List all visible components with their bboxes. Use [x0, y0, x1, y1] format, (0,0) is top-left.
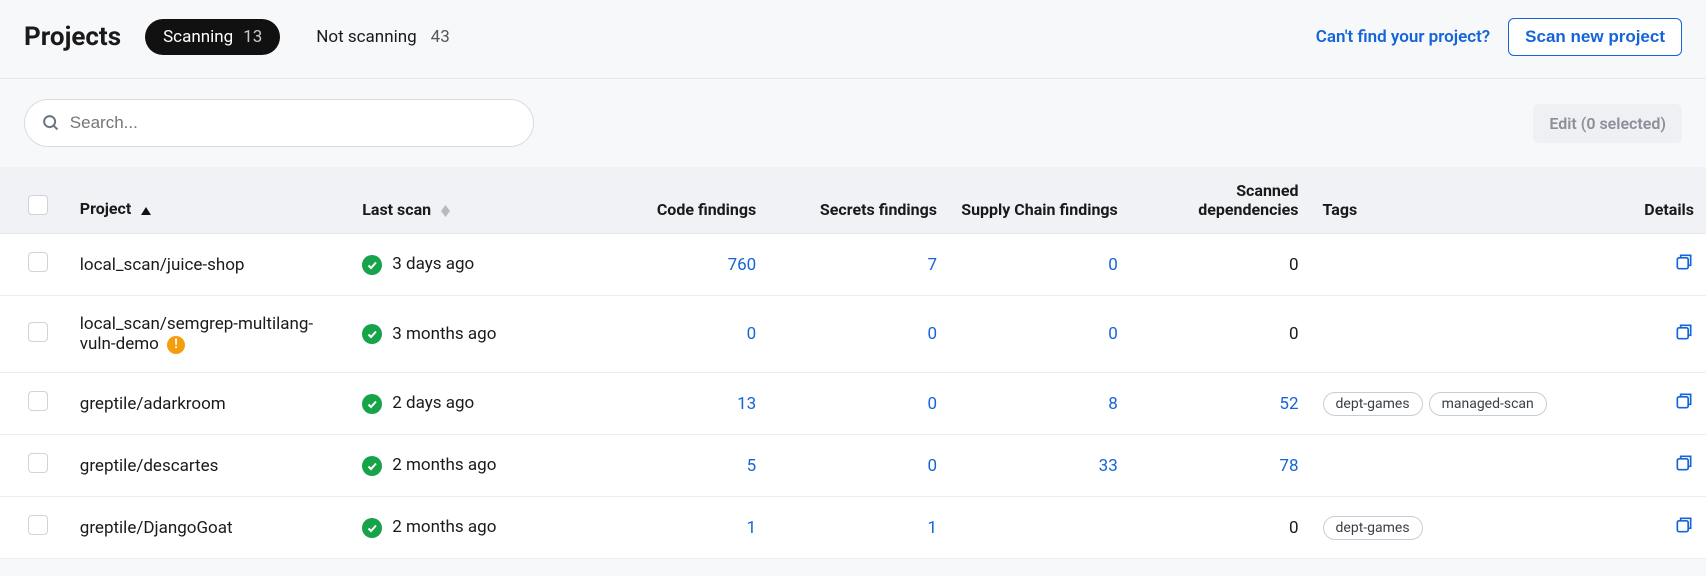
row-checkbox-cell: [0, 435, 68, 497]
findings-cell[interactable]: 1: [587, 497, 768, 559]
findings-cell[interactable]: 33: [949, 435, 1130, 497]
status-ok-icon: [362, 456, 382, 476]
select-all-checkbox[interactable]: [28, 195, 48, 215]
tag[interactable]: dept-games: [1323, 392, 1423, 416]
details-cell: [1604, 497, 1706, 559]
header-supply-findings[interactable]: Supply Chain findings: [949, 167, 1130, 234]
findings-cell[interactable]: 8: [949, 373, 1130, 435]
tags-cell: [1311, 435, 1605, 497]
findings-cell: 0: [1130, 296, 1311, 373]
last-scan-cell: 2 months ago: [350, 497, 587, 559]
findings-cell[interactable]: 760: [587, 234, 768, 296]
table-row: greptile/DjangoGoat 2 months ago 1 1 0 d…: [0, 497, 1706, 559]
last-scan-cell: 3 months ago: [350, 296, 587, 373]
project-name-cell[interactable]: local_scan/semgrep-multilang-vuln-demo !: [68, 296, 350, 373]
tags-cell: dept-gamesmanaged-scan: [1311, 373, 1605, 435]
findings-cell[interactable]: 0: [768, 373, 949, 435]
status-ok-icon: [362, 255, 382, 275]
filter-scanning[interactable]: Scanning 13: [145, 19, 280, 55]
sort-asc-icon: [141, 200, 151, 219]
row-checkbox-cell: [0, 234, 68, 296]
filter-not-scanning-count: 43: [431, 27, 450, 47]
edit-selected-button[interactable]: Edit (0 selected): [1533, 104, 1682, 143]
sort-icon: [441, 205, 450, 217]
findings-cell: 0: [1130, 497, 1311, 559]
findings-cell[interactable]: 0: [949, 234, 1130, 296]
header-checkbox-cell: [0, 167, 68, 234]
scan-new-project-button[interactable]: Scan new project: [1508, 18, 1682, 56]
last-scan-cell: 2 months ago: [350, 435, 587, 497]
row-checkbox[interactable]: [28, 252, 48, 272]
header-deps[interactable]: Scanned dependencies: [1130, 167, 1311, 234]
findings-cell[interactable]: 78: [1130, 435, 1311, 497]
findings-cell[interactable]: 1: [768, 497, 949, 559]
findings-cell[interactable]: 0: [949, 296, 1130, 373]
details-cell: [1604, 234, 1706, 296]
findings-cell[interactable]: 0: [768, 435, 949, 497]
page-title: Projects: [24, 22, 121, 52]
projects-table: Project Last scan Code findings Secrets …: [0, 167, 1706, 559]
row-checkbox[interactable]: [28, 453, 48, 473]
row-checkbox[interactable]: [28, 322, 48, 342]
row-checkbox[interactable]: [28, 515, 48, 535]
row-checkbox[interactable]: [28, 391, 48, 411]
tags-cell: [1311, 296, 1605, 373]
search-icon: [41, 113, 60, 133]
help-link[interactable]: Can't find your project?: [1316, 27, 1490, 47]
filter-scanning-count: 13: [243, 27, 262, 47]
header-project[interactable]: Project: [68, 167, 350, 234]
filter-not-scanning-label: Not scanning: [316, 27, 416, 47]
details-icon[interactable]: [1674, 520, 1694, 540]
findings-cell[interactable]: 13: [587, 373, 768, 435]
row-checkbox-cell: [0, 296, 68, 373]
table-row: greptile/adarkroom 2 days ago 13 0 8 52 …: [0, 373, 1706, 435]
row-checkbox-cell: [0, 373, 68, 435]
last-scan-cell: 2 days ago: [350, 373, 587, 435]
filter-not-scanning[interactable]: Not scanning 43: [298, 19, 467, 55]
table-row: local_scan/juice-shop 3 days ago 760 7 0…: [0, 234, 1706, 296]
tags-cell: dept-games: [1311, 497, 1605, 559]
findings-cell[interactable]: 5: [587, 435, 768, 497]
details-icon[interactable]: [1674, 458, 1694, 478]
page-header: Projects Scanning 13 Not scanning 43 Can…: [0, 0, 1706, 79]
status-ok-icon: [362, 324, 382, 344]
toolbar: Edit (0 selected): [0, 79, 1706, 167]
details-icon[interactable]: [1674, 257, 1694, 277]
details-cell: [1604, 373, 1706, 435]
row-checkbox-cell: [0, 497, 68, 559]
tag[interactable]: managed-scan: [1429, 392, 1547, 416]
project-name-cell[interactable]: local_scan/juice-shop: [68, 234, 350, 296]
findings-cell[interactable]: 7: [768, 234, 949, 296]
details-icon[interactable]: [1674, 396, 1694, 416]
findings-cell[interactable]: 0: [768, 296, 949, 373]
header-tags: Tags: [1311, 167, 1605, 234]
findings-cell[interactable]: 52: [1130, 373, 1311, 435]
tag[interactable]: dept-games: [1323, 516, 1423, 540]
findings-cell[interactable]: 0: [587, 296, 768, 373]
filter-scanning-label: Scanning: [163, 27, 233, 47]
tags-cell: [1311, 234, 1605, 296]
search-wrap[interactable]: [24, 99, 534, 147]
header-details: Details: [1604, 167, 1706, 234]
project-name-cell[interactable]: greptile/DjangoGoat: [68, 497, 350, 559]
table-row: local_scan/semgrep-multilang-vuln-demo !…: [0, 296, 1706, 373]
details-cell: [1604, 296, 1706, 373]
project-name-cell[interactable]: greptile/descartes: [68, 435, 350, 497]
table-row: greptile/descartes 2 months ago 5 0 33 7…: [0, 435, 1706, 497]
findings-cell: 0: [1130, 234, 1311, 296]
header-code-findings[interactable]: Code findings: [587, 167, 768, 234]
status-ok-icon: [362, 394, 382, 414]
last-scan-cell: 3 days ago: [350, 234, 587, 296]
header-secrets-findings[interactable]: Secrets findings: [768, 167, 949, 234]
header-last-scan[interactable]: Last scan: [350, 167, 587, 234]
details-icon[interactable]: [1674, 327, 1694, 347]
search-input[interactable]: [70, 113, 517, 133]
project-name-cell[interactable]: greptile/adarkroom: [68, 373, 350, 435]
status-ok-icon: [362, 518, 382, 538]
findings-cell: [949, 497, 1130, 559]
warning-icon: !: [167, 336, 185, 354]
details-cell: [1604, 435, 1706, 497]
